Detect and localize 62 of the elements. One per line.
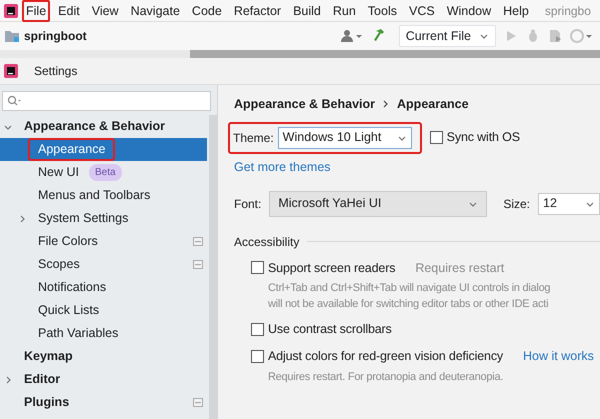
menu-item[interactable]: Window [442,0,496,22]
hint-text: Requires restart [415,260,504,277]
tree-item[interactable]: Menus and Toolbars [0,184,207,207]
menu-item[interactable]: Help [499,0,533,22]
run-config-dropdown[interactable]: Current File [398,25,496,47]
checkbox-label: Use contrast scrollbars [268,321,392,338]
font-dropdown[interactable]: Microsoft YaHei UI [269,190,488,216]
breadcrumb-item: Appearance & Behavior [234,96,376,113]
tree-item[interactable]: Scopes [0,253,207,276]
description-text: Requires restart. For protanopia and deuteranopia. [268,370,504,385]
checkbox-label: Sync with OS [446,129,520,146]
breadcrumb-item: Appearance [397,96,469,113]
beta-badge: Beta [88,164,122,181]
chevron-right-icon [383,100,390,108]
checkbox[interactable] [250,323,264,336]
size-label: Size: [503,196,530,212]
link[interactable]: Get more themes [234,158,331,176]
coverage-icon[interactable] [548,29,562,43]
search-icon [7,95,21,107]
menu-item[interactable]: VCS [404,0,439,22]
checkbox[interactable] [430,131,443,144]
tree-item[interactable]: Appearance & Behavior [0,115,207,138]
checkbox-label: Support screen readers [268,260,396,277]
size-dropdown[interactable]: 12 [538,192,600,214]
checkbox[interactable] [250,261,264,274]
tree-item[interactable]: Plugins [0,391,207,414]
user-icon[interactable] [340,29,363,43]
theme-label: Theme: [232,130,274,147]
checkbox[interactable] [250,350,264,363]
tree-item[interactable]: Appearance [0,138,207,161]
menu-item[interactable]: Code [188,0,226,22]
tree-item[interactable]: New UI Beta [0,161,207,184]
menu-item[interactable]: Navigate [126,0,184,22]
font-label: Font: [234,196,262,212]
folder-icon [4,29,20,43]
profiler-icon[interactable] [570,29,592,43]
link[interactable]: How it works [523,347,594,366]
app-logo-icon [4,4,18,18]
project-title: springbo [544,2,591,20]
tree-item[interactable]: Editor [0,368,207,391]
description-text: Ctrl+Tab and Ctrl+Shift+Tab will navigate UI controls in dialog [268,281,552,296]
app-logo-icon [4,64,18,78]
dialog-title: Settings [34,63,78,80]
tree-item[interactable]: Keymap [0,345,207,368]
tree-item[interactable]: File Colors [0,230,207,253]
scrollbar[interactable] [208,115,217,419]
tree-item[interactable]: Notifications [0,276,207,299]
menu-item[interactable]: Edit [54,0,84,22]
menu-item[interactable]: Refactor [230,0,286,22]
theme-dropdown[interactable]: Windows 10 Light [278,126,412,149]
menu-item[interactable]: Build [289,0,325,22]
tree-item[interactable]: Quick Lists [0,299,207,322]
description-text: will not be available for switching editor tabs or other IDE acti [268,297,550,312]
menu-item[interactable]: View [88,0,123,22]
menu-item[interactable]: Run [328,0,360,22]
tree-item[interactable]: Path Variables [0,322,207,345]
project-name: springboot [24,28,87,45]
section-title: Accessibility [234,234,300,250]
tree-item[interactable]: System Settings [0,207,207,230]
menu-item[interactable]: Tools [364,0,401,22]
checkbox-label: Adjust colors for red-green vision deficiency [268,348,504,365]
search-field[interactable] [2,91,211,111]
